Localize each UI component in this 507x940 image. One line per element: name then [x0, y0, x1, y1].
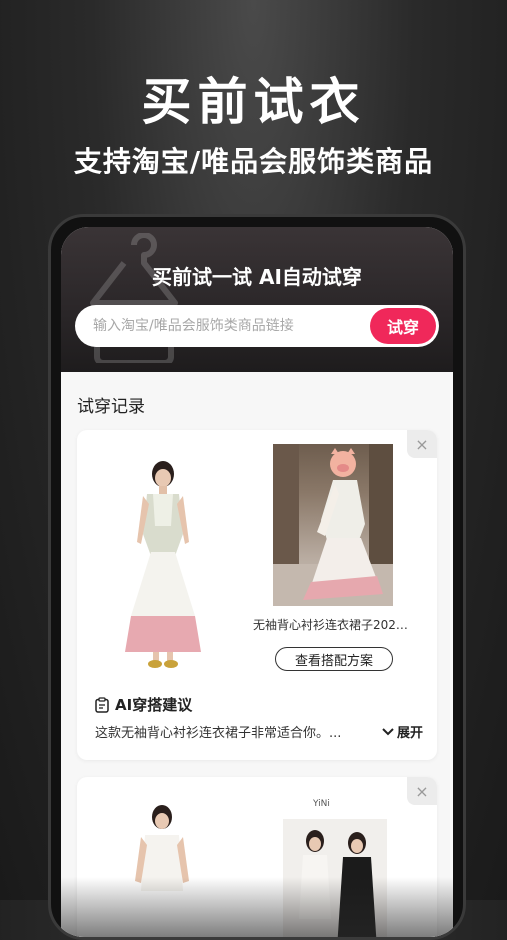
delete-record-button[interactable]: ×	[407, 777, 437, 805]
app-screen: 买前试一试 AI自动试穿 试穿 试穿记录 ×	[61, 227, 453, 937]
expand-label: 展开	[396, 726, 423, 741]
link-search-bar: 试穿	[75, 305, 439, 347]
virtual-tryon-model-image	[125, 461, 201, 668]
promo-subtitle: 支持淘宝/唯品会服饰类商品	[73, 145, 434, 178]
hero-header: 买前试一试 AI自动试穿 试穿	[61, 227, 453, 372]
clipboard-icon	[95, 696, 109, 713]
delete-record-button[interactable]: ×	[407, 430, 437, 458]
brand-mark: YiNi	[313, 799, 330, 809]
promo-title: 买前试衣	[141, 73, 366, 131]
hero-title: 买前试一试 AI自动试穿	[152, 265, 362, 289]
view-outfit-button[interactable]: 查看搭配方案	[275, 647, 393, 671]
close-icon: ×	[415, 434, 429, 454]
expand-button[interactable]: 展开	[382, 722, 423, 741]
try-on-record-card[interactable]: × 无袖背心衬衫连衣裙子2024... 查看搭配方案 AI穿搭建议 这款无袖背心…	[77, 430, 437, 760]
section-title: 试穿记录	[77, 397, 145, 417]
product-image[interactable]	[273, 444, 393, 606]
chevron-down-icon	[382, 727, 394, 735]
ai-advice-heading: AI穿搭建议	[95, 694, 192, 715]
records-section: 试穿记录 × 无袖背心衬衫连衣裙子2024... 查看搭配方案 AI穿搭建议 这…	[61, 372, 453, 937]
close-icon: ×	[415, 781, 429, 801]
product-photo-graphic	[273, 444, 393, 606]
product-link-input[interactable]	[75, 317, 370, 335]
ai-advice-label: AI穿搭建议	[115, 696, 193, 714]
ai-advice-text: 这款无袖背心衬衫连衣裙子非常适合你。...	[95, 726, 342, 741]
product-name: 无袖背心衬衫连衣裙子2024...	[253, 618, 413, 632]
try-on-button[interactable]: 试穿	[370, 308, 436, 344]
phone-frame: 买前试一试 AI自动试穿 试穿 试穿记录 ×	[48, 214, 466, 940]
scroll-fade-overlay	[61, 877, 453, 937]
